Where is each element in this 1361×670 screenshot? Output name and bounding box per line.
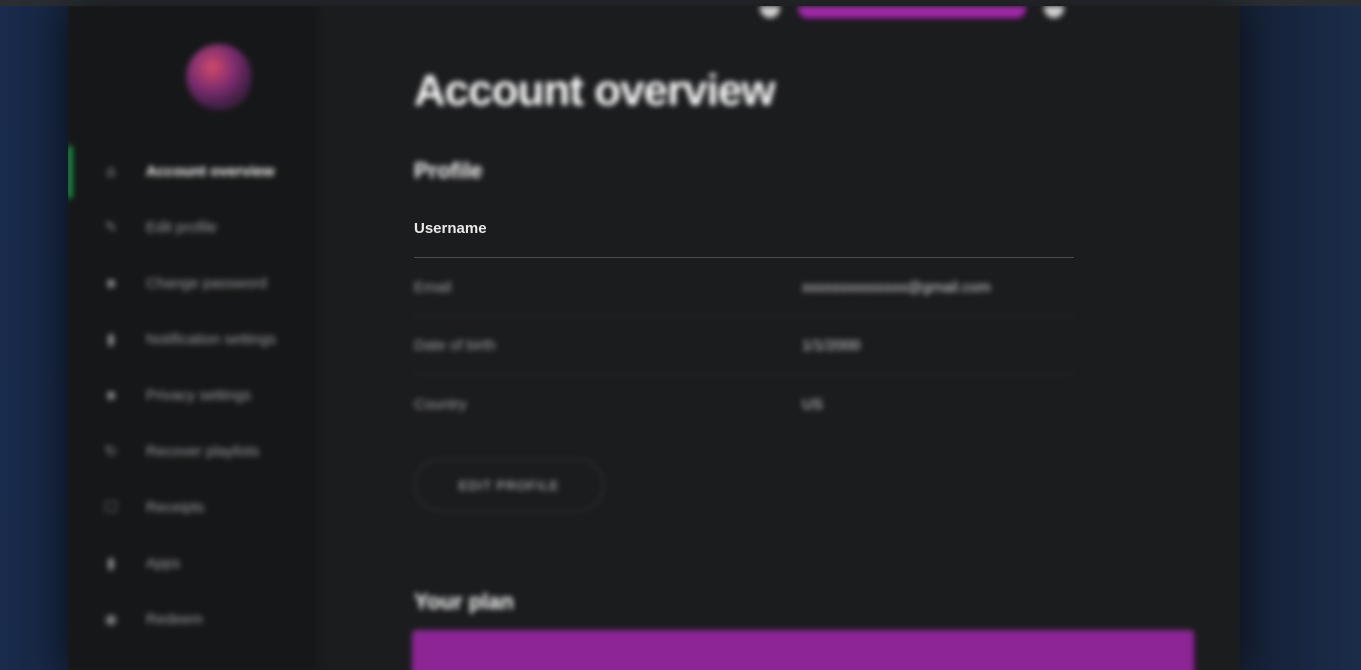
row-divider: [414, 374, 1074, 375]
plan-card[interactable]: [412, 630, 1194, 670]
dob-label: Date of birth: [414, 337, 496, 354]
sidebar-item-change-password[interactable]: ■ Change password: [102, 268, 312, 298]
lock-icon: ■: [106, 386, 116, 404]
plan-heading: Your plan: [414, 589, 514, 614]
username-divider: [414, 257, 1074, 258]
sidebar-item-label: Account overview: [146, 162, 275, 180]
active-indicator: [68, 146, 72, 198]
receipt-icon: ☐: [104, 499, 118, 516]
pencil-icon: ✎: [104, 219, 118, 236]
sidebar-item-apps[interactable]: ▮ Apps: [102, 548, 312, 578]
country-value: US: [802, 396, 823, 413]
sidebar-item-receipts[interactable]: ☐ Receipts: [102, 492, 312, 522]
sidebar-item-label: Privacy settings: [146, 386, 252, 404]
sidebar-item-notification-settings[interactable]: ▮ Notification settings: [102, 324, 312, 354]
avatar[interactable]: [186, 44, 252, 110]
sidebar-item-account-overview[interactable]: ⌂ Account overview: [102, 156, 312, 186]
sidebar-item-label: Apps: [146, 554, 181, 572]
lock-icon: ■: [106, 274, 116, 292]
row-divider: [414, 316, 1074, 317]
sidebar-item-label: Recover playlists: [146, 442, 260, 460]
country-label: Country: [414, 396, 467, 413]
sidebar-item-label: Notification settings: [146, 330, 277, 348]
home-icon: ⌂: [106, 162, 116, 180]
topbar-left-control[interactable]: [760, 6, 780, 18]
sidebar: ⌂ Account overview ✎ Edit profile ■ Chan…: [68, 6, 318, 670]
sidebar-item-label: Redeem: [146, 610, 203, 628]
topbar-right-control[interactable]: [1044, 6, 1064, 18]
sidebar-item-label: Receipts: [146, 498, 205, 516]
page-title: Account overview: [414, 66, 776, 115]
sidebar-item-recover-playlists[interactable]: ↻ Recover playlists: [102, 436, 312, 466]
bell-icon: ▮: [106, 331, 116, 348]
question-icon: ◉: [104, 611, 118, 628]
sidebar-item-redeem[interactable]: ◉ Redeem: [102, 604, 312, 634]
sidebar-item-privacy-settings[interactable]: ■ Privacy settings: [102, 380, 312, 410]
sidebar-item-edit-profile[interactable]: ✎ Edit profile: [102, 212, 312, 242]
apps-icon: ▮: [106, 555, 116, 572]
sidebar-item-label: Edit profile: [146, 218, 217, 236]
email-value: xxxxxxxxxxxxxx@gmail.com: [802, 279, 991, 296]
sidebar-item-label: Change password: [146, 274, 267, 292]
account-page-window: ⌂ Account overview ✎ Edit profile ■ Chan…: [68, 6, 1240, 670]
profile-heading: Profile: [414, 158, 483, 183]
email-label: Email: [414, 279, 452, 296]
edit-profile-button[interactable]: EDIT PROFILE: [414, 459, 604, 511]
username-label: Username: [414, 220, 487, 237]
topbar-premium-banner[interactable]: [798, 6, 1026, 18]
refresh-icon: ↻: [104, 443, 118, 460]
dob-value: 1/1/2000: [802, 337, 861, 354]
